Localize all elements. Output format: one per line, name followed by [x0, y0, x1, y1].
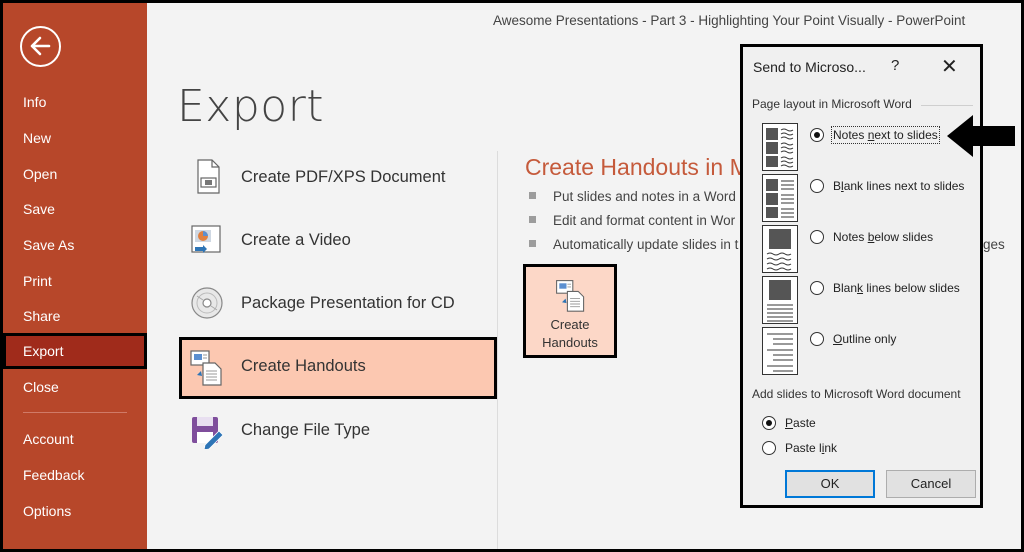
video-icon	[189, 221, 225, 259]
blank-below-radio[interactable]	[810, 281, 824, 295]
paste-link-radio[interactable]	[762, 441, 776, 455]
back-button[interactable]	[20, 26, 61, 67]
blank-next-label[interactable]: Blank lines next to slides	[833, 179, 964, 193]
paste-radio[interactable]	[762, 416, 776, 430]
backstage-window: Info New Open Save Save As Print Share E…	[3, 3, 1021, 549]
export-option-label: Create a Video	[241, 231, 351, 249]
export-option-cd[interactable]: Package Presentation for CD	[179, 274, 497, 332]
handouts-bullet-overflow: ges	[983, 237, 1005, 252]
file-type-icon	[189, 411, 225, 451]
outline-label[interactable]: Outline only	[833, 332, 896, 346]
cancel-button[interactable]: Cancel	[886, 470, 976, 498]
nav-new[interactable]: New	[3, 120, 147, 156]
outline-radio[interactable]	[810, 332, 824, 346]
notes-next-label[interactable]: Notes next to slides	[831, 126, 940, 144]
outline-only-thumbnail	[762, 327, 798, 375]
export-option-pdf[interactable]: Create PDF/XPS Document	[179, 148, 497, 206]
blank-lines-below-thumbnail	[762, 276, 798, 324]
blank-below-label[interactable]: Blank lines below slides	[833, 281, 960, 295]
help-icon[interactable]: ?	[891, 57, 899, 74]
handouts-bullet: Automatically update slides in t	[529, 237, 738, 252]
export-option-label: Change File Type	[241, 421, 371, 439]
back-arrow-icon	[30, 36, 51, 56]
pdf-document-icon	[189, 158, 225, 196]
page-title: Export	[177, 81, 325, 132]
nav-account[interactable]: Account	[3, 421, 147, 457]
export-option-label: Create Handouts	[241, 357, 366, 375]
add-slides-group-label: Add slides to Microsoft Word document	[752, 387, 961, 401]
close-icon[interactable]: ✕	[941, 54, 958, 79]
nav-save-as[interactable]: Save As	[3, 227, 147, 263]
nav-feedback[interactable]: Feedback	[3, 457, 147, 493]
layout-option-notes-below[interactable]: Notes below slides	[743, 225, 983, 275]
handouts-bullet: Put slides and notes in a Word	[529, 189, 736, 204]
ok-button[interactable]: OK	[785, 470, 875, 498]
nav-print[interactable]: Print	[3, 263, 147, 299]
layout-option-blank-next[interactable]: Blank lines next to slides	[743, 174, 983, 224]
export-option-handouts[interactable]: Create Handouts	[179, 337, 497, 399]
window-title: Awesome Presentations - Part 3 - Highlig…	[493, 13, 966, 28]
nav-info[interactable]: Info	[3, 84, 147, 120]
column-divider	[497, 151, 498, 549]
notes-below-label[interactable]: Notes below slides	[833, 230, 933, 244]
dialog-title: Send to Microso...	[753, 59, 866, 75]
nav-open[interactable]: Open	[3, 156, 147, 192]
cd-icon	[189, 284, 225, 322]
layout-option-outline[interactable]: Outline only	[743, 327, 983, 377]
nav-close[interactable]: Close	[3, 369, 147, 405]
handouts-bullet: Edit and format content in Wor	[529, 213, 735, 228]
handouts-icon	[189, 347, 225, 386]
group-divider	[921, 105, 973, 106]
layout-option-blank-below[interactable]: Blank lines below slides	[743, 276, 983, 326]
blank-lines-next-thumbnail	[762, 174, 798, 222]
create-handouts-button[interactable]: Create Handouts	[523, 264, 617, 358]
export-option-label: Create PDF/XPS Document	[241, 168, 446, 186]
export-option-file-type[interactable]: Change File Type	[179, 401, 497, 459]
notes-below-slides-thumbnail	[762, 225, 798, 273]
nav-options[interactable]: Options	[3, 493, 147, 529]
callout-arrow-icon	[947, 115, 1015, 157]
handouts-icon	[554, 277, 588, 318]
blank-next-radio[interactable]	[810, 179, 824, 193]
page-layout-group-label: Page layout in Microsoft Word	[752, 97, 912, 111]
notes-next-radio[interactable]	[810, 128, 824, 142]
notes-below-radio[interactable]	[810, 230, 824, 244]
backstage-sidebar: Info New Open Save Save As Print Share E…	[3, 3, 147, 549]
create-handouts-label: Create Handouts	[542, 317, 598, 350]
notes-next-to-slides-thumbnail	[762, 123, 798, 171]
export-option-label: Package Presentation for CD	[241, 294, 455, 312]
nav-divider	[23, 412, 127, 413]
paste-link-label[interactable]: Paste link	[785, 441, 837, 455]
nav-save[interactable]: Save	[3, 191, 147, 227]
paste-label[interactable]: Paste	[785, 416, 816, 430]
nav-export[interactable]: Export	[3, 333, 147, 369]
handouts-heading: Create Handouts in M	[525, 154, 749, 180]
export-option-video[interactable]: Create a Video	[179, 211, 497, 269]
nav-share[interactable]: Share	[3, 298, 147, 334]
